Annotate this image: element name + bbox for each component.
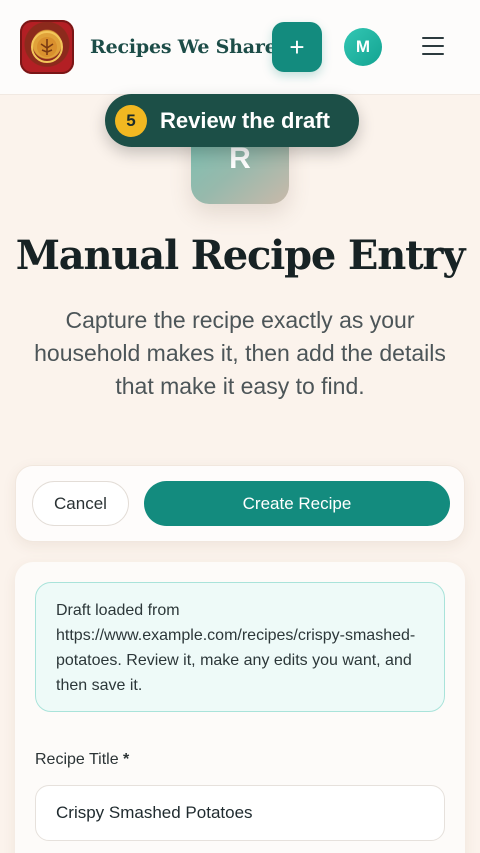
draft-notice: Draft loaded from https://www.example.co… [35,582,445,712]
app-logo-icon[interactable] [20,20,74,74]
user-avatar[interactable]: M [344,28,382,66]
avatar-initial: M [355,37,371,56]
add-recipe-button[interactable]: + [272,22,322,72]
recipe-title-label: Recipe Title * [35,751,129,769]
plus-icon: + [289,32,305,62]
tour-tooltip: 5 Review the draft [105,94,359,147]
tour-step-text: Review the draft [160,107,330,133]
brand-name[interactable]: Recipes We Share [90,36,277,58]
cancel-button[interactable]: Cancel [32,481,129,526]
action-bar: Cancel Create Recipe [15,465,465,542]
app-header: Recipes We Share + M [0,0,480,94]
page-icon-letter: R [229,142,251,175]
hamburger-menu-icon[interactable] [420,34,446,58]
recipe-form: Draft loaded from https://www.example.co… [15,562,465,853]
page-subtitle: Capture the recipe exactly as your house… [34,307,446,399]
page-title: Manual Recipe Entry [15,232,466,279]
tour-step-badge: 5 [115,104,147,137]
recipe-title-label-text: Recipe Title [35,751,119,768]
required-marker: * [123,751,130,768]
create-recipe-button[interactable]: Create Recipe [144,481,450,526]
recipe-title-input[interactable] [35,785,445,841]
